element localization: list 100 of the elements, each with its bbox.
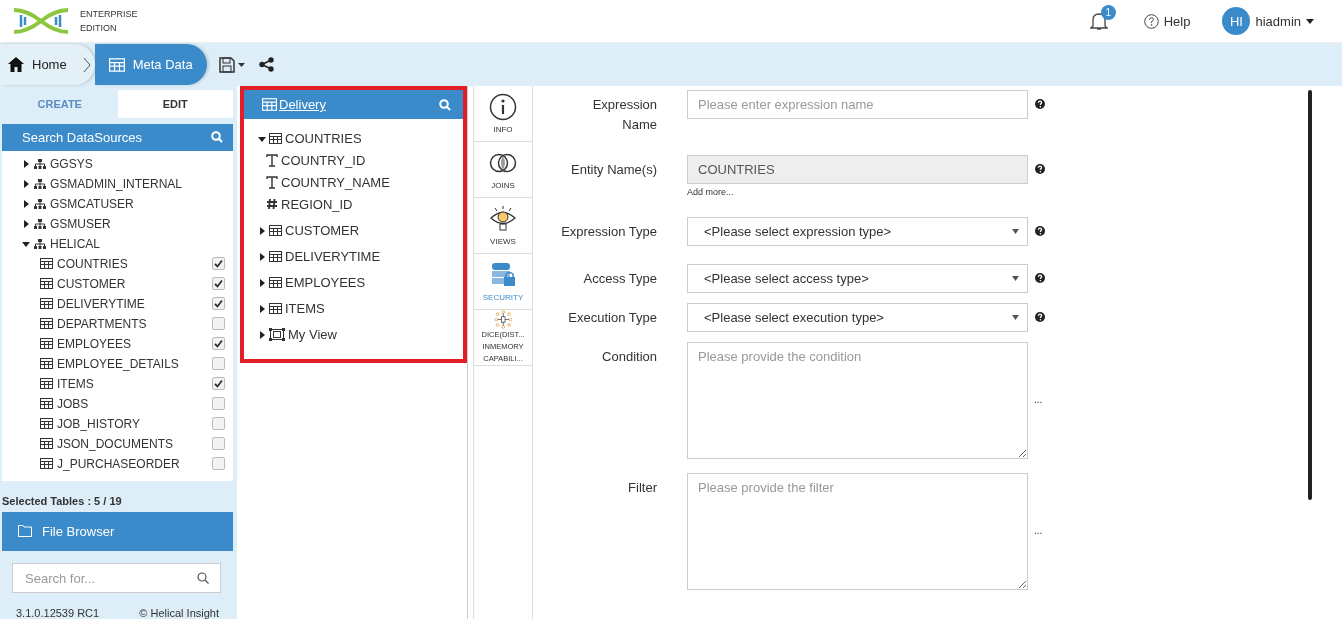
bell-icon[interactable] xyxy=(1089,11,1108,31)
datasource-name[interactable]: GSMADMIN_INTERNAL xyxy=(50,176,183,191)
table-icon xyxy=(40,438,53,450)
caret-icon[interactable] xyxy=(22,239,30,248)
caret-icon[interactable] xyxy=(258,304,266,313)
breadcrumb-item[interactable]: Meta Data xyxy=(94,44,207,85)
hierarchy-icon xyxy=(34,238,46,249)
search-icon[interactable] xyxy=(211,131,223,144)
caret-icon[interactable] xyxy=(258,330,266,339)
entity-name[interactable]: ITEMS xyxy=(285,300,325,316)
table-checkbox[interactable] xyxy=(212,257,225,271)
views-icon xyxy=(489,205,517,233)
add-more-link[interactable]: Add more... xyxy=(687,187,1028,197)
notification-badge: 1 xyxy=(1100,5,1116,20)
home-icon xyxy=(8,57,24,72)
type-dropdown[interactable]: <Please select execution type> xyxy=(687,303,1028,332)
table-icon xyxy=(40,398,53,410)
breadcrumb-item[interactable]: Home xyxy=(0,44,95,85)
caret-icon[interactable] xyxy=(258,278,266,287)
table-checkbox[interactable] xyxy=(212,337,225,351)
table-checkbox[interactable] xyxy=(212,357,225,371)
column-name[interactable]: COUNTRY_NAME xyxy=(281,174,390,190)
text-area[interactable]: Please provide the filter xyxy=(687,473,1028,590)
table-checkbox[interactable] xyxy=(212,457,225,471)
table-name[interactable]: J_PURCHASEORDER xyxy=(57,456,180,471)
table-icon xyxy=(269,276,282,288)
text-type-icon xyxy=(266,175,278,189)
caret-icon[interactable] xyxy=(237,62,245,67)
table-icon xyxy=(40,418,53,430)
expression-name-field[interactable]: Please enter expression name xyxy=(687,90,1028,119)
column-name[interactable]: COUNTRY_ID xyxy=(281,152,366,168)
chevron-icon xyxy=(82,56,91,73)
table-checkbox[interactable] xyxy=(212,437,225,451)
column-name[interactable]: REGION_ID xyxy=(281,196,353,212)
table-checkbox[interactable] xyxy=(212,397,225,411)
text-area[interactable]: Please provide the condition xyxy=(687,342,1028,459)
type-dropdown[interactable]: <Please select expression type> xyxy=(687,217,1028,246)
caret-icon[interactable] xyxy=(22,179,30,188)
table-icon xyxy=(40,258,53,270)
table-icon xyxy=(40,378,53,390)
table-name[interactable]: CUSTOMER xyxy=(57,276,126,291)
table-icon xyxy=(40,458,53,470)
table-name[interactable]: ITEMS xyxy=(57,376,94,391)
datasource-name[interactable]: GGSYS xyxy=(50,156,93,171)
table-name[interactable]: JOB_HISTORY xyxy=(57,416,140,431)
entity-name[interactable]: COUNTRIES xyxy=(285,130,362,146)
dropdown-arrow-icon xyxy=(1012,315,1019,320)
help-icon[interactable] xyxy=(1035,226,1045,236)
selected-tables-count: Selected Tables : 5 / 19 xyxy=(1,493,123,507)
help-icon[interactable] xyxy=(1035,312,1045,322)
datasource-name[interactable]: GSMUSER xyxy=(50,216,111,231)
table-checkbox[interactable] xyxy=(212,297,225,311)
mode-tab[interactable]: EDIT xyxy=(117,90,233,118)
search-datasources-bar[interactable]: Search DataSources xyxy=(2,124,233,151)
share-icon[interactable] xyxy=(258,57,274,72)
help-icon[interactable] xyxy=(1035,99,1045,109)
entity-name-field: COUNTRIES xyxy=(687,155,1028,184)
datasource-name[interactable]: HELICAL xyxy=(50,236,101,251)
metadata-name-link[interactable]: Delivery xyxy=(262,97,326,112)
field-label: Execution Type xyxy=(567,309,657,327)
search-icon[interactable] xyxy=(197,572,209,584)
type-dropdown[interactable]: <Please select access type> xyxy=(687,264,1028,293)
ellipsis-text: ... xyxy=(1034,525,1043,536)
field-label: Filter xyxy=(627,479,657,497)
search-icon[interactable] xyxy=(439,98,451,111)
table-name[interactable]: EMPLOYEES xyxy=(57,336,132,351)
hierarchy-icon xyxy=(34,198,46,209)
entity-name[interactable]: My View xyxy=(288,326,337,342)
file-browser-button[interactable]: File Browser xyxy=(2,511,233,551)
caret-icon[interactable] xyxy=(258,134,266,143)
table-checkbox[interactable] xyxy=(212,377,225,391)
save-icon[interactable] xyxy=(218,56,235,73)
help-icon[interactable] xyxy=(1035,164,1045,174)
caret-icon[interactable] xyxy=(258,226,266,235)
hierarchy-icon xyxy=(34,178,46,189)
table-checkbox[interactable] xyxy=(212,417,225,431)
entity-name[interactable]: CUSTOMER xyxy=(285,222,360,238)
caret-icon[interactable] xyxy=(258,252,266,261)
caret-icon[interactable] xyxy=(22,159,30,168)
table-name[interactable]: EMPLOYEE_DETAILS xyxy=(57,356,179,371)
table-checkbox[interactable] xyxy=(212,317,225,331)
table-checkbox[interactable] xyxy=(212,277,225,291)
datasource-name[interactable]: GSMCATUSER xyxy=(50,196,134,211)
entity-name[interactable]: DELIVERYTIME xyxy=(285,248,381,264)
table-name[interactable]: DEPARTMENTS xyxy=(57,316,147,331)
caret-icon[interactable] xyxy=(1306,18,1314,24)
help-link[interactable]: Help xyxy=(1163,13,1191,29)
table-name[interactable]: COUNTRIES xyxy=(57,256,128,271)
entity-name[interactable]: EMPLOYEES xyxy=(285,274,366,290)
search-field[interactable]: Search for... xyxy=(12,563,221,593)
user-avatar[interactable]: HI xyxy=(1222,7,1251,35)
table-name[interactable]: JSON_DOCUMENTS xyxy=(57,436,173,451)
table-name[interactable]: DELIVERYTIME xyxy=(57,296,145,311)
hierarchy-icon xyxy=(34,158,46,169)
scrollbar[interactable] xyxy=(1308,90,1312,500)
username-menu[interactable]: hiadmin xyxy=(1255,13,1301,29)
caret-icon[interactable] xyxy=(22,199,30,208)
table-name[interactable]: JOBS xyxy=(57,396,89,411)
help-icon[interactable] xyxy=(1035,273,1045,283)
caret-icon[interactable] xyxy=(22,219,30,228)
